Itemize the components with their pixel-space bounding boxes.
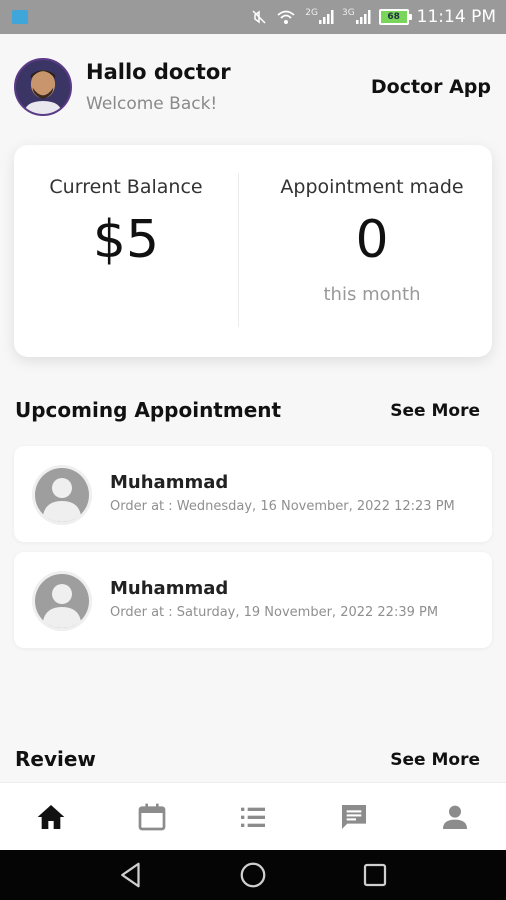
patient-avatar-icon bbox=[32, 465, 92, 525]
system-navigation-bar bbox=[0, 850, 506, 900]
nav-profile[interactable] bbox=[405, 783, 506, 850]
network-type-2: 3G bbox=[341, 8, 355, 18]
home-button-icon[interactable] bbox=[238, 860, 268, 890]
patient-name: Muhammad bbox=[110, 578, 229, 599]
appointment-card[interactable]: Muhammad Order at : Saturday, 19 Novembe… bbox=[14, 552, 492, 648]
current-balance-section: Current Balance $5 bbox=[14, 145, 238, 270]
appointments-made-value: 0 bbox=[355, 210, 389, 270]
appointments-made-label: Appointment made bbox=[280, 176, 464, 198]
recents-icon[interactable] bbox=[360, 860, 390, 890]
bottom-navigation bbox=[0, 782, 506, 850]
nav-list[interactable] bbox=[202, 783, 303, 850]
card-divider bbox=[238, 173, 239, 327]
appointments-made-section: Appointment made 0 this month bbox=[260, 145, 484, 305]
battery-icon: 68 bbox=[378, 9, 412, 25]
avatar[interactable] bbox=[14, 58, 72, 116]
nav-home[interactable] bbox=[0, 783, 101, 850]
header: Hallo doctor Welcome Back! Doctor App bbox=[0, 34, 506, 134]
signal-icon bbox=[355, 10, 371, 24]
nav-calendar[interactable] bbox=[101, 783, 202, 850]
signal-icon bbox=[318, 10, 334, 24]
status-time: 11:14 PM bbox=[416, 7, 496, 27]
profile-icon bbox=[443, 805, 468, 829]
greeting-text: Hallo doctor bbox=[86, 60, 231, 84]
current-balance-value: $5 bbox=[92, 210, 160, 270]
doctor-photo-icon bbox=[16, 60, 70, 114]
review-see-more-link[interactable]: See More bbox=[390, 750, 480, 770]
appointments-period-label: this month bbox=[323, 284, 421, 305]
patient-name: Muhammad bbox=[110, 472, 229, 493]
status-indicators: 2G 3G 68 11:14 PM bbox=[251, 7, 496, 27]
wifi-icon bbox=[277, 10, 295, 24]
notification-icon bbox=[12, 10, 28, 24]
back-icon[interactable] bbox=[116, 860, 146, 890]
balance-card: Current Balance $5 Appointment made 0 th… bbox=[14, 145, 492, 357]
calendar-icon bbox=[138, 803, 166, 830]
chat-icon bbox=[342, 804, 367, 829]
list-icon bbox=[241, 807, 265, 827]
order-date: Order at : Saturday, 19 November, 2022 2… bbox=[110, 605, 439, 620]
appointment-card[interactable]: Muhammad Order at : Wednesday, 16 Novemb… bbox=[14, 446, 492, 542]
home-icon bbox=[37, 804, 64, 829]
patient-avatar-icon bbox=[32, 571, 92, 631]
status-bar: 2G 3G 68 11:14 PM bbox=[0, 0, 506, 34]
nav-chat[interactable] bbox=[304, 783, 405, 850]
mute-icon bbox=[252, 10, 266, 24]
order-date: Order at : Wednesday, 16 November, 2022 … bbox=[110, 499, 455, 514]
welcome-text: Welcome Back! bbox=[86, 94, 218, 114]
app-title: Doctor App bbox=[370, 76, 491, 98]
upcoming-see-more-link[interactable]: See More bbox=[390, 401, 480, 421]
network-type-1: 2G bbox=[305, 8, 318, 18]
upcoming-appointment-title: Upcoming Appointment bbox=[15, 398, 282, 422]
current-balance-label: Current Balance bbox=[49, 176, 203, 198]
review-title: Review bbox=[15, 747, 96, 771]
